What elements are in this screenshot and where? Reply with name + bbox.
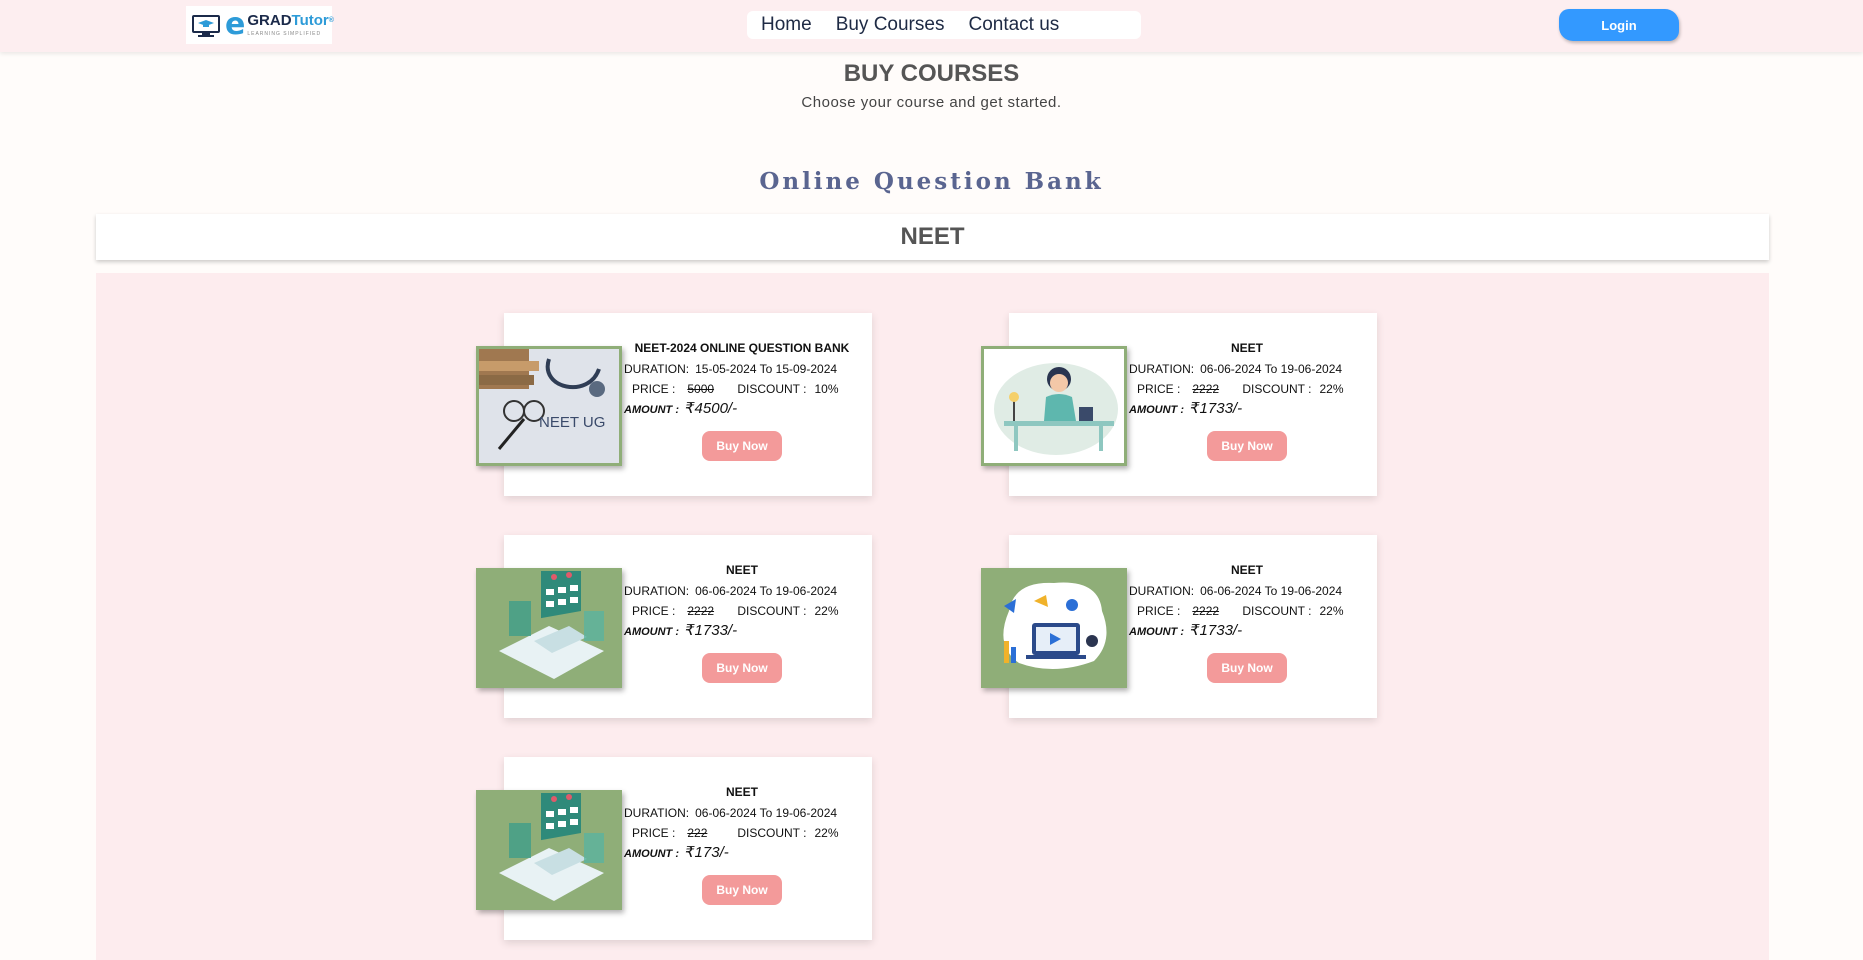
price-label: PRICE : — [632, 604, 676, 618]
course-card: NEET DURATION: 06-06-2024 To 19-06-2024 P… — [981, 535, 1377, 718]
amount-value: ₹1733/- — [1190, 622, 1243, 639]
monitor-graduation-cap-icon — [191, 13, 221, 37]
amount-label: AMOUNT : — [1129, 404, 1184, 416]
discount-label: DISCOUNT : — [1242, 604, 1312, 618]
nav-buy-courses[interactable]: Buy Courses — [836, 14, 945, 36]
woman-studying-image[interactable] — [981, 346, 1127, 466]
price-label: PRICE : — [1137, 382, 1181, 396]
original-price: 5000 — [687, 382, 715, 396]
course-card: NEET DURATION: 06-06-2024 To 19-06-2024 P… — [476, 757, 872, 940]
duration-end: 19-06-2024 — [775, 584, 838, 598]
logo-reg: ® — [328, 17, 334, 24]
duration-to: To — [759, 806, 773, 820]
stethoscope-books-image[interactable]: NEET UG — [476, 346, 622, 466]
duration-end: 15-09-2024 — [775, 362, 838, 376]
logo-tutor: Tutor — [291, 12, 329, 29]
duration-to: To — [759, 584, 773, 598]
price-label: PRICE : — [1137, 604, 1181, 618]
buy-now-button[interactable]: Buy Now — [702, 653, 782, 683]
duration-end: 19-06-2024 — [1280, 584, 1343, 598]
amount-label: AMOUNT : — [624, 626, 679, 638]
amount-value: ₹1733/- — [685, 622, 738, 639]
course-card: NEET DURATION: 06-06-2024 To 19-06-2024 P… — [981, 313, 1377, 496]
duration-to: To — [1264, 584, 1278, 598]
price-label: PRICE : — [632, 382, 676, 396]
section-title: Online Question Bank — [759, 168, 1104, 195]
buy-now-button[interactable]: Buy Now — [702, 875, 782, 905]
egradtutor-logo[interactable]: e GRADTutor® LEARNING SIMPLIFIED — [186, 6, 334, 44]
price-label: PRICE : — [632, 826, 676, 840]
amount-value: ₹1733/- — [1190, 400, 1243, 417]
top-header: e GRADTutor® LEARNING SIMPLIFIED Home Bu… — [0, 0, 1863, 52]
logo-wordmark: GRADTutor® LEARNING SIMPLIFIED — [247, 12, 334, 38]
duration-to: To — [759, 362, 773, 376]
amount-value: ₹4500/- — [685, 400, 738, 417]
amount-label: AMOUNT : — [624, 404, 679, 416]
course-title: NEET — [1230, 563, 1263, 577]
laptop-dashboard-image[interactable] — [476, 568, 622, 688]
course-title: NEET — [725, 563, 758, 577]
discount-label: DISCOUNT : — [737, 382, 807, 396]
discount-value: 22% — [1319, 604, 1344, 618]
page-subtitle: Choose your course and get started. — [801, 94, 1062, 111]
discount-value: 10% — [814, 382, 839, 396]
original-price: 2222 — [1192, 382, 1220, 396]
discount-label: DISCOUNT : — [1242, 382, 1312, 396]
logo-tagline: LEARNING SIMPLIFIED — [247, 31, 322, 37]
duration-label: DURATION: — [624, 362, 690, 376]
duration-start: 06-06-2024 — [695, 584, 757, 598]
course-grid — [96, 273, 1769, 960]
amount-label: AMOUNT : — [624, 848, 679, 860]
discount-value: 22% — [814, 826, 839, 840]
duration-start: 06-06-2024 — [1200, 362, 1262, 376]
course-title: NEET — [725, 785, 758, 799]
discount-label: DISCOUNT : — [737, 604, 807, 618]
discount-label: DISCOUNT : — [737, 826, 807, 840]
duration-start: 06-06-2024 — [1200, 584, 1262, 598]
online-video-image[interactable] — [981, 568, 1127, 688]
course-card: NEET UG NEET-2024 ONLINE QUESTION BANK D… — [476, 313, 872, 496]
course-title: NEET — [1230, 341, 1263, 355]
laptop-dashboard-image[interactable] — [476, 790, 622, 910]
course-title: NEET-2024 ONLINE QUESTION BANK — [634, 341, 850, 355]
category-tab-neet[interactable]: NEET — [96, 214, 1769, 260]
neet-ug-text: NEET UG — [539, 414, 605, 431]
original-price: 2222 — [1192, 604, 1220, 618]
buy-now-button[interactable]: Buy Now — [702, 431, 782, 461]
duration-label: DURATION: — [1129, 584, 1195, 598]
duration-end: 19-06-2024 — [1280, 362, 1343, 376]
duration-start: 15-05-2024 — [695, 362, 757, 376]
duration-end: 19-06-2024 — [775, 806, 838, 820]
discount-value: 22% — [814, 604, 839, 618]
course-card: NEET DURATION: 06-06-2024 To 19-06-2024 P… — [476, 535, 872, 718]
amount-label: AMOUNT : — [1129, 626, 1184, 638]
duration-to: To — [1264, 362, 1278, 376]
nav-contact-us[interactable]: Contact us — [968, 14, 1059, 36]
logo-grad: GRAD — [247, 12, 292, 29]
logo-e: e — [225, 7, 246, 42]
login-button[interactable]: Login — [1559, 9, 1679, 41]
buy-now-button[interactable]: Buy Now — [1207, 431, 1287, 461]
buy-now-button[interactable]: Buy Now — [1207, 653, 1287, 683]
duration-label: DURATION: — [1129, 362, 1195, 376]
page-title: BUY COURSES — [843, 60, 1020, 87]
discount-value: 22% — [1319, 382, 1344, 396]
original-price: 2222 — [687, 604, 715, 618]
duration-label: DURATION: — [624, 584, 690, 598]
amount-value: ₹173/- — [685, 844, 729, 861]
duration-start: 06-06-2024 — [695, 806, 757, 820]
original-price: 222 — [687, 826, 708, 840]
main-nav: Home Buy Courses Contact us — [747, 11, 1141, 39]
duration-label: DURATION: — [624, 806, 690, 820]
nav-home[interactable]: Home — [761, 14, 812, 36]
